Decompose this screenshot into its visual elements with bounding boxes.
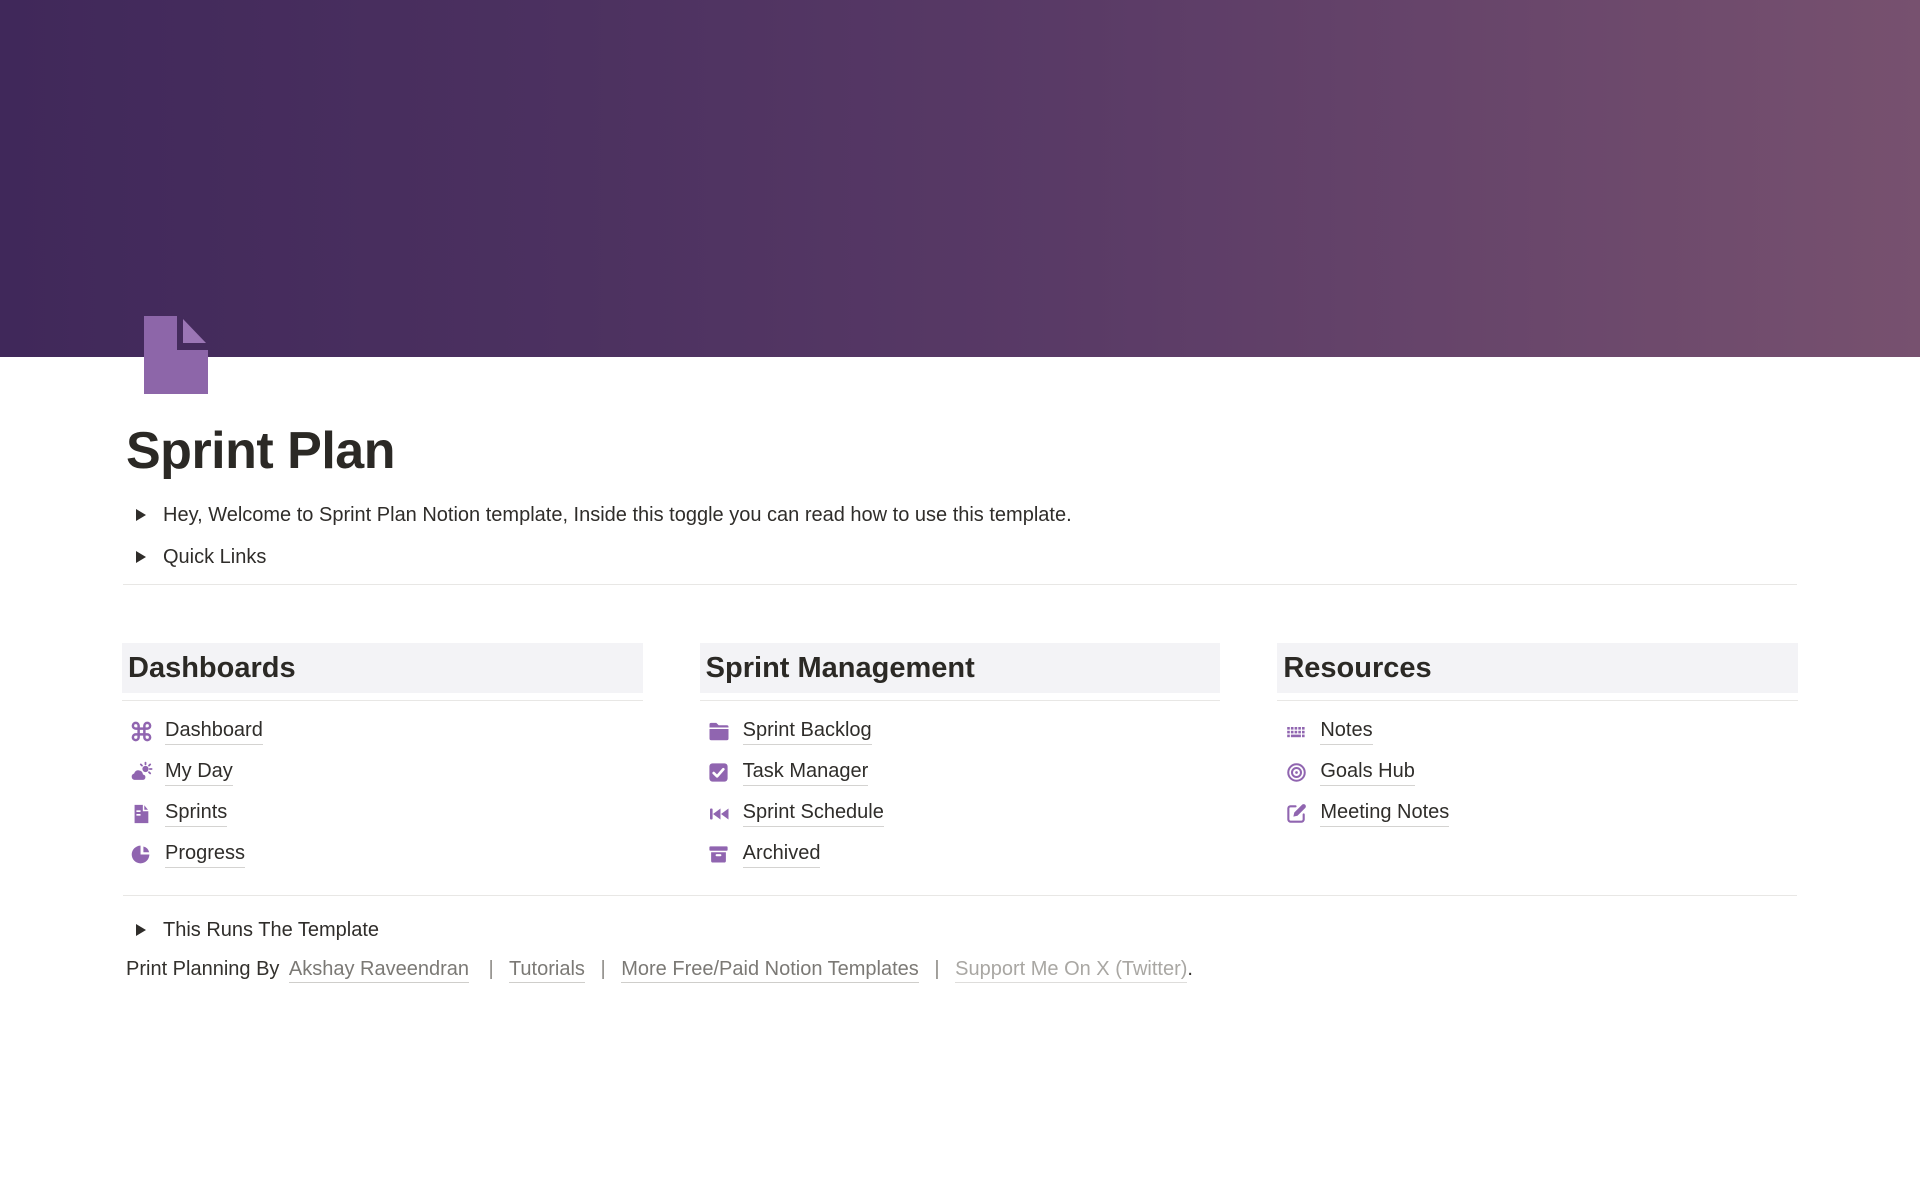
- keyboard-icon: [1283, 719, 1309, 745]
- column-sprint-management: Sprint Management Sprint Backlog: [700, 643, 1221, 875]
- divider: [123, 895, 1797, 896]
- link-goals-hub[interactable]: Goals Hub: [1277, 752, 1798, 793]
- link-label: Progress: [165, 842, 245, 868]
- toggle-triangle-icon[interactable]: [126, 924, 156, 936]
- link-label: Sprint Schedule: [743, 801, 884, 827]
- link-list: Sprint Backlog Task Manager: [700, 711, 1221, 875]
- sun-cloud-icon: [128, 760, 154, 786]
- command-icon: [128, 719, 154, 745]
- cover-image: [0, 0, 1920, 357]
- column-heading: Dashboards: [122, 643, 643, 693]
- footer-credits: Print Planning By Akshay Raveendran | Tu…: [126, 958, 1193, 981]
- link-label: Dashboard: [165, 719, 263, 745]
- divider: [122, 700, 643, 701]
- pie-chart-icon: [128, 842, 154, 868]
- toggle-runs-template[interactable]: This Runs The Template: [126, 914, 379, 946]
- author-link[interactable]: Akshay Raveendran: [289, 958, 469, 983]
- toggle-triangle-icon[interactable]: [126, 551, 156, 563]
- twitter-support-link[interactable]: Support Me On X (Twitter): [955, 958, 1187, 983]
- target-icon: [1283, 760, 1309, 786]
- link-archived[interactable]: Archived: [700, 834, 1221, 875]
- link-columns: Dashboards Dashboard: [122, 643, 1798, 875]
- page-body: [144, 316, 208, 394]
- link-my-day[interactable]: My Day: [122, 752, 643, 793]
- link-label: Meeting Notes: [1320, 801, 1449, 827]
- separator: |: [934, 958, 939, 980]
- separator: |: [489, 958, 494, 980]
- page-fold: [183, 319, 206, 343]
- link-list: Notes Goals Hub: [1277, 711, 1798, 834]
- link-sprints[interactable]: Sprints: [122, 793, 643, 834]
- link-label: My Day: [165, 760, 233, 786]
- toggle-welcome-label: Hey, Welcome to Sprint Plan Notion templ…: [163, 504, 1072, 527]
- toggle-quick-links[interactable]: Quick Links: [126, 541, 266, 573]
- divider: [123, 584, 1797, 585]
- archive-icon: [706, 842, 732, 868]
- link-label: Archived: [743, 842, 821, 868]
- link-label: Goals Hub: [1320, 760, 1415, 786]
- notion-page: Sprint Plan Hey, Welcome to Sprint Plan …: [0, 0, 1920, 1199]
- link-progress[interactable]: Progress: [122, 834, 643, 875]
- link-dashboard[interactable]: Dashboard: [122, 711, 643, 752]
- column-resources: Resources: [1277, 643, 1798, 875]
- divider: [700, 700, 1221, 701]
- link-list: Dashboard: [122, 711, 643, 875]
- document-icon: [128, 801, 154, 827]
- link-label: Sprint Backlog: [743, 719, 872, 745]
- credits-suffix: .: [1187, 958, 1193, 980]
- link-notes[interactable]: Notes: [1277, 711, 1798, 752]
- templates-link[interactable]: More Free/Paid Notion Templates: [621, 958, 919, 983]
- credits-prefix: Print Planning By: [126, 958, 279, 980]
- column-heading: Resources: [1277, 643, 1798, 693]
- toggle-welcome[interactable]: Hey, Welcome to Sprint Plan Notion templ…: [126, 499, 1072, 531]
- link-sprint-schedule[interactable]: Sprint Schedule: [700, 793, 1221, 834]
- column-heading: Sprint Management: [700, 643, 1221, 693]
- page-document-icon[interactable]: [144, 316, 208, 394]
- link-sprint-backlog[interactable]: Sprint Backlog: [700, 711, 1221, 752]
- edit-icon: [1283, 801, 1309, 827]
- divider: [1277, 700, 1798, 701]
- toggle-runs-template-label: This Runs The Template: [163, 919, 379, 942]
- link-meeting-notes[interactable]: Meeting Notes: [1277, 793, 1798, 834]
- toggle-triangle-icon[interactable]: [126, 509, 156, 521]
- separator: |: [600, 958, 605, 980]
- rewind-icon: [706, 801, 732, 827]
- toggle-quick-links-label: Quick Links: [163, 546, 266, 569]
- column-dashboards: Dashboards Dashboard: [122, 643, 643, 875]
- tutorials-link[interactable]: Tutorials: [509, 958, 585, 983]
- link-task-manager[interactable]: Task Manager: [700, 752, 1221, 793]
- link-label: Task Manager: [743, 760, 869, 786]
- link-label: Sprints: [165, 801, 227, 827]
- page-title: Sprint Plan: [126, 421, 395, 481]
- folder-icon: [706, 719, 732, 745]
- link-label: Notes: [1320, 719, 1372, 745]
- checkbox-icon: [706, 760, 732, 786]
